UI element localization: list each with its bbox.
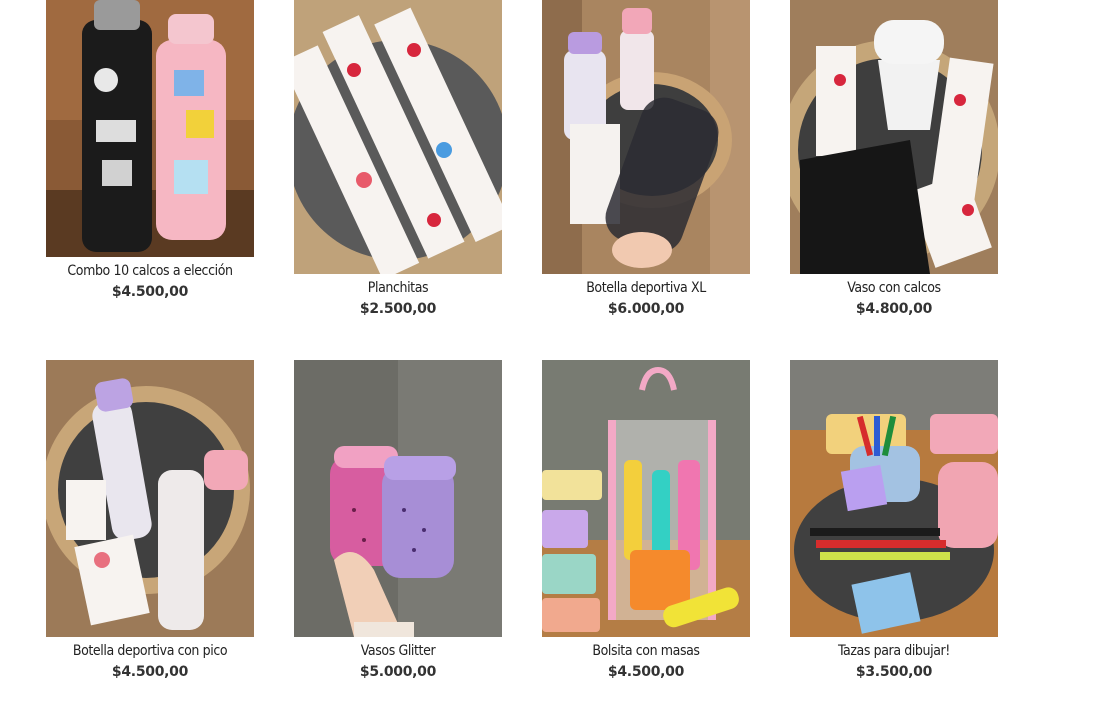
product-name[interactable]: Bolsita con masas <box>542 643 750 660</box>
product-image[interactable] <box>46 0 254 257</box>
product-image[interactable] <box>542 360 750 637</box>
product-name[interactable]: Botella deportiva XL <box>542 280 750 297</box>
product-card-botella-pico[interactable]: Botella deportiva con pico $4.500,00 <box>46 360 254 681</box>
product-price: $6.000,00 <box>607 301 685 317</box>
product-image[interactable] <box>294 360 502 637</box>
product-image[interactable] <box>294 0 502 274</box>
product-name[interactable]: Vaso con calcos <box>790 280 998 297</box>
product-card-combo-calcos[interactable]: Combo 10 calcos a elección $4.500,00 <box>46 0 254 301</box>
product-price: $5.000,00 <box>359 664 437 680</box>
product-image[interactable] <box>790 360 998 637</box>
product-name[interactable]: Planchitas <box>294 280 502 297</box>
product-image[interactable] <box>790 0 998 274</box>
product-image[interactable] <box>46 360 254 637</box>
product-name[interactable]: Tazas para dibujar! <box>790 643 998 660</box>
product-card-bolsita-masas[interactable]: Bolsita con masas $4.500,00 <box>542 360 750 681</box>
product-card-botella-xl[interactable]: Botella deportiva XL $6.000,00 <box>542 0 750 318</box>
product-price: $4.500,00 <box>111 664 189 680</box>
product-price: $4.500,00 <box>607 664 685 680</box>
product-name[interactable]: Botella deportiva con pico <box>46 643 254 660</box>
product-name[interactable]: Vasos Glitter <box>294 643 502 660</box>
product-price: $3.500,00 <box>855 664 933 680</box>
product-name[interactable]: Combo 10 calcos a elección <box>46 263 254 280</box>
product-price: $4.800,00 <box>855 301 933 317</box>
product-image[interactable] <box>542 0 750 274</box>
product-price: $2.500,00 <box>359 301 437 317</box>
product-price: $4.500,00 <box>111 284 189 300</box>
product-card-vasos-glitter[interactable]: Vasos Glitter $5.000,00 <box>294 360 502 681</box>
product-card-tazas-dibujar[interactable]: Tazas para dibujar! $3.500,00 <box>790 360 998 681</box>
product-card-vaso-calcos[interactable]: Vaso con calcos $4.800,00 <box>790 0 998 318</box>
product-card-planchitas[interactable]: Planchitas $2.500,00 <box>294 0 502 318</box>
